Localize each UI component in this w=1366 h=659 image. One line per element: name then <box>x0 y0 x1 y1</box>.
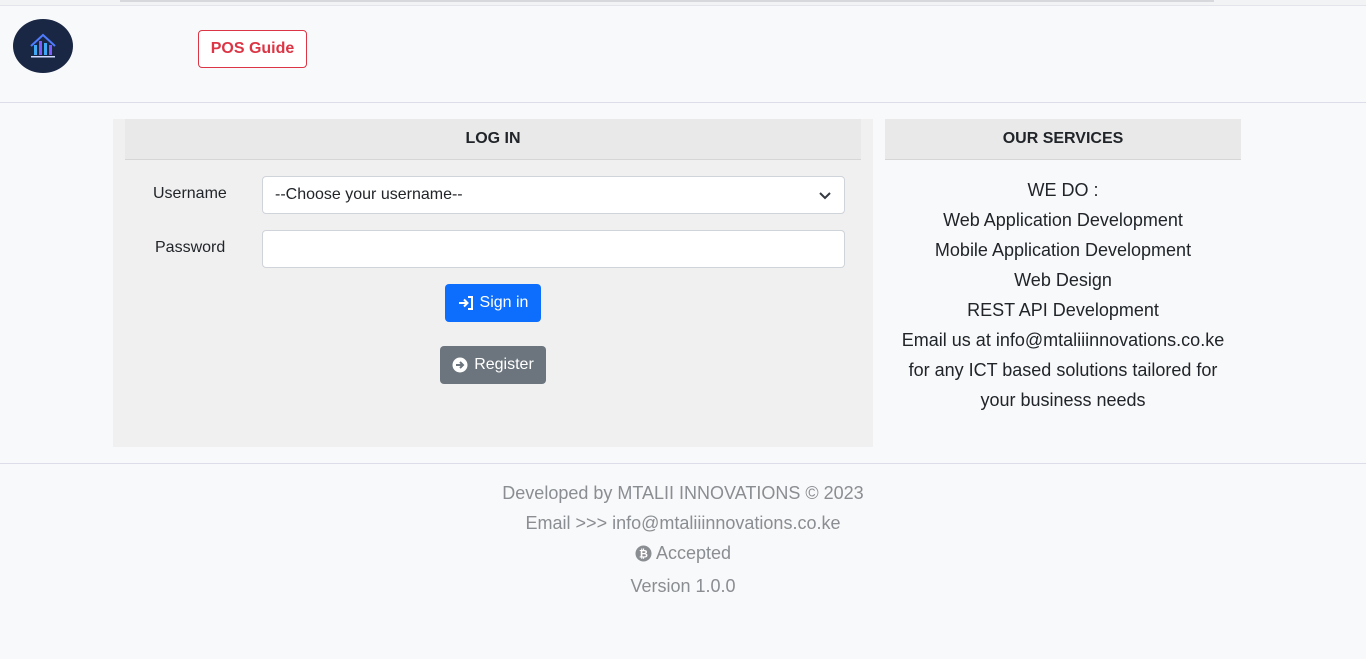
footer-accepted: ₿ Accepted <box>635 538 731 568</box>
services-line: your business needs <box>980 390 1146 410</box>
sign-in-label: Sign in <box>479 294 529 311</box>
username-selected-value: --Choose your username-- <box>275 186 463 203</box>
services-line: Web Application Development <box>943 210 1183 230</box>
pos-guide-button[interactable]: POS Guide <box>198 30 307 68</box>
footer: Developed by MTALII INNOVATIONS © 2023 E… <box>0 478 1366 601</box>
sign-in-icon <box>458 296 473 310</box>
username-label: Username <box>153 185 227 202</box>
footer-divider <box>0 463 1366 464</box>
footer-version: Version 1.0.0 <box>630 575 736 596</box>
register-button[interactable]: Register <box>440 346 546 384</box>
accepted-label: Accepted <box>655 543 732 563</box>
password-label: Password <box>155 239 226 256</box>
login-title: LOG IN <box>125 119 861 160</box>
services-line: WE DO : <box>1027 180 1099 200</box>
scrollbar-thumb[interactable] <box>120 0 1214 2</box>
footer-developed: Developed by MTALII INNOVATIONS © 2023 <box>502 483 864 503</box>
svg-text:₿: ₿ <box>639 547 648 560</box>
sign-in-button[interactable]: Sign in <box>445 284 541 322</box>
company-logo[interactable] <box>13 19 73 73</box>
services-line: Mobile Application Development <box>934 240 1192 260</box>
chevron-down-icon <box>819 192 831 200</box>
services-body: WE DO : Web Application Development Mobi… <box>885 175 1241 415</box>
arrow-circle-right-icon <box>452 357 468 373</box>
bitcoin-icon: ₿ <box>635 545 652 561</box>
register-label: Register <box>474 356 534 373</box>
navbar: POS Guide <box>0 6 1366 103</box>
services-email-line: Email us at info@mtaliiinnovations.co.ke <box>901 330 1225 350</box>
services-card: OUR SERVICES WE DO : Web Application Dev… <box>885 119 1241 419</box>
services-title: OUR SERVICES <box>885 119 1241 160</box>
services-line: Web Design <box>1014 270 1112 290</box>
footer-email: Email >>> info@mtaliiinnovations.co.ke <box>525 513 841 533</box>
password-field[interactable] <box>262 230 845 268</box>
services-line: REST API Development <box>967 300 1159 320</box>
login-card: LOG IN Username --Choose your username--… <box>113 119 873 447</box>
services-line: for any ICT based solutions tailored for <box>908 360 1218 380</box>
username-select[interactable]: --Choose your username-- <box>262 176 845 214</box>
logo-icon <box>30 33 56 58</box>
